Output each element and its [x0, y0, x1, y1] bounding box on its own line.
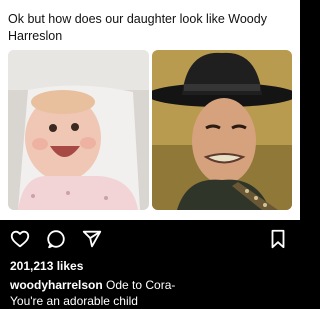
post-caption: woodyharrelson Ode to Cora- You're an ad… — [10, 277, 295, 309]
instagram-post-footer: 201,213 likes woodyharrelson Ode to Cora… — [0, 220, 300, 308]
share-icon[interactable] — [80, 227, 104, 251]
baby-photo[interactable] — [8, 50, 149, 210]
caption-line-1: Ode to Cora- — [106, 278, 176, 292]
tweet-card: Ok but how does our daughter look like W… — [0, 0, 300, 220]
caption-line-2: You're an adorable child — [10, 294, 138, 308]
caption-username[interactable]: woodyharrelson — [10, 278, 103, 292]
like-count[interactable]: 201,213 likes — [10, 259, 83, 273]
heart-icon[interactable] — [8, 227, 32, 251]
comment-icon[interactable] — [44, 227, 68, 251]
bookmark-icon[interactable] — [266, 227, 290, 251]
tweet-text: Ok but how does our daughter look like W… — [8, 12, 267, 43]
woody-harrelson-photo[interactable] — [152, 50, 292, 210]
